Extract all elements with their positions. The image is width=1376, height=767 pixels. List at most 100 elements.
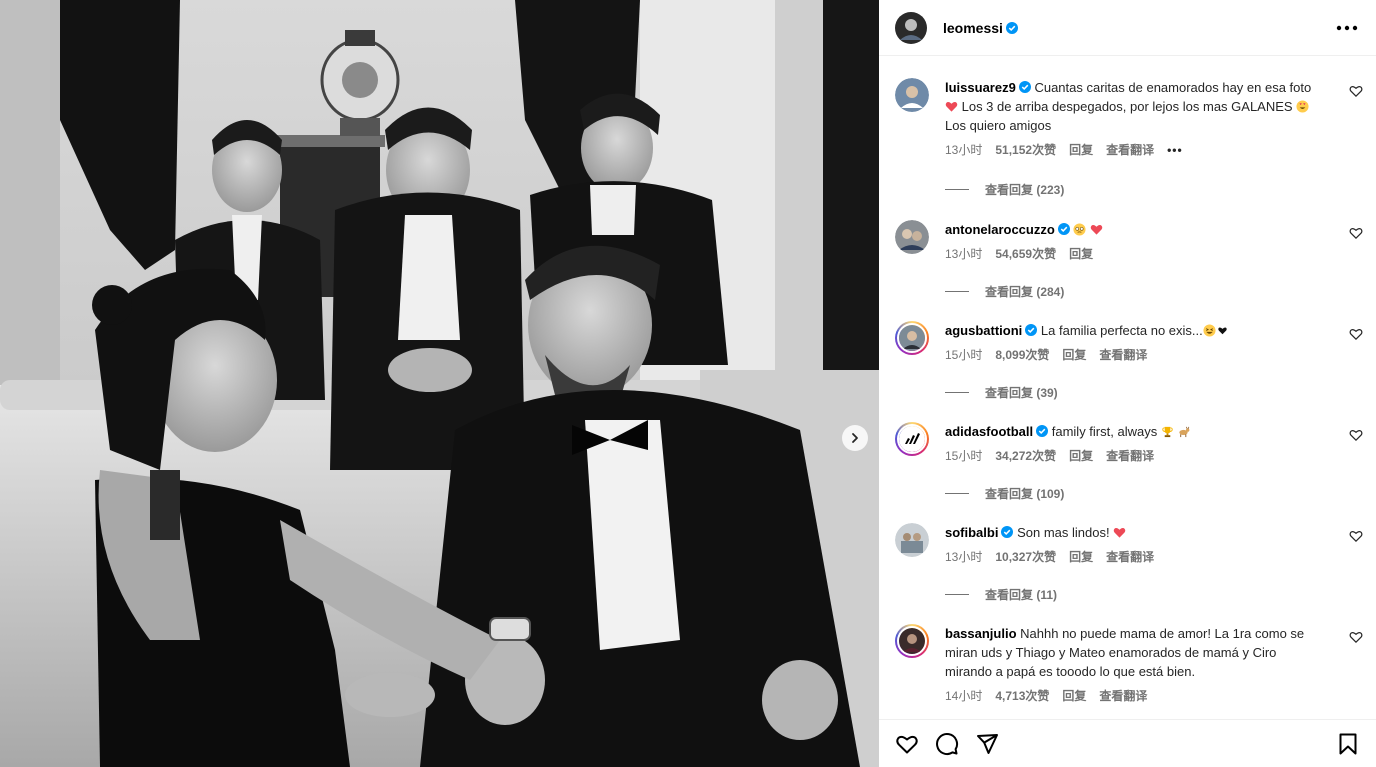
like-comment-heart-icon[interactable] <box>1349 529 1363 543</box>
comment-meta: 13小时 54,659次赞 回复 <box>945 245 1326 264</box>
like-comment-heart-icon[interactable] <box>1349 428 1363 442</box>
verified-badge-icon <box>1018 81 1031 93</box>
like-comment-heart-icon[interactable] <box>1349 327 1363 341</box>
post-header: leomessi <box>879 0 1376 56</box>
comment-body: adidasfootball family first, always 15小时… <box>945 422 1326 466</box>
trophy-emoji-icon <box>1162 426 1173 438</box>
comment-icon[interactable] <box>935 732 959 756</box>
comment-meta: 14小时 4,713次赞 回复 查看翻译 <box>945 687 1326 706</box>
comment-time[interactable]: 13小时 <box>945 141 982 160</box>
comment-time[interactable]: 14小时 <box>945 687 982 706</box>
comment-meta: 13小时 10,327次赞 回复 查看翻译 <box>945 548 1326 567</box>
like-comment-heart-icon[interactable] <box>1349 84 1363 98</box>
view-replies-button[interactable]: 查看回复 (284) <box>945 283 1064 300</box>
replies-divider <box>945 493 969 494</box>
comment-text-line2: Los 3 de arriba despegados, por lejos lo… <box>958 99 1297 114</box>
comment-time[interactable]: 13小时 <box>945 245 982 264</box>
reply-button[interactable]: 回复 <box>1069 548 1093 567</box>
view-replies-button[interactable]: 查看回复 (223) <box>945 181 1064 198</box>
commenter-username[interactable]: bassanjulio <box>945 626 1017 641</box>
commenter-username[interactable]: agusbattioni <box>945 323 1022 338</box>
like-comment-heart-icon[interactable] <box>1349 630 1363 644</box>
comment-time[interactable]: 15小时 <box>945 447 982 466</box>
bookmark-icon[interactable] <box>1336 732 1360 756</box>
view-replies-button[interactable]: 查看回复 (11) <box>945 586 1057 603</box>
commenter-username[interactable]: antonelaroccuzzo <box>945 222 1055 237</box>
next-photo-button[interactable] <box>842 425 868 451</box>
red-heart-emoji-icon <box>1090 225 1103 235</box>
view-replies-label: 查看回复 (109) <box>985 487 1065 501</box>
comment-text: Nahhh no puede mama de amor! La 1ra como… <box>1020 626 1305 641</box>
red-heart-emoji-icon <box>1113 528 1126 538</box>
comment-body: sofibalbi Son mas lindos! 13小时 10,327次赞 … <box>945 523 1326 567</box>
commenter-username[interactable]: luissuarez9 <box>945 80 1016 95</box>
post-options-button[interactable] <box>1335 16 1359 40</box>
view-replies-label: 查看回复 (11) <box>985 588 1058 602</box>
commenter-username[interactable]: sofibalbi <box>945 525 998 540</box>
see-translation-button[interactable]: 查看翻译 <box>1099 687 1147 706</box>
post-author-username[interactable]: leomessi <box>943 20 1018 36</box>
verified-badge-icon <box>1001 526 1014 538</box>
commenter-avatar[interactable] <box>895 78 929 112</box>
verified-badge-icon <box>1057 223 1070 235</box>
reply-button[interactable]: 回复 <box>1069 447 1093 466</box>
comment-time[interactable]: 13小时 <box>945 548 982 567</box>
comment-time[interactable]: 15小时 <box>945 346 982 365</box>
post-author-avatar[interactable] <box>895 11 927 44</box>
comment-text: Cuantas caritas de enamorados hay en esa… <box>1034 80 1312 95</box>
comment-likes[interactable]: 54,659次赞 <box>995 245 1056 264</box>
grinning-squinting-emoji-icon <box>1203 324 1216 337</box>
comment-text: Son mas lindos! <box>1017 525 1110 540</box>
replies-divider <box>945 291 969 292</box>
family-photo-illustration <box>0 0 879 767</box>
see-translation-button[interactable]: 查看翻译 <box>1106 548 1154 567</box>
pleading-face-emoji-icon <box>1073 223 1086 236</box>
more-horizontal-icon <box>1336 25 1358 30</box>
post-side-panel: leomessi luissuarez9 Cuantas caritas de … <box>879 0 1376 767</box>
verified-badge-icon <box>1005 21 1018 34</box>
heart-icon[interactable] <box>895 732 919 756</box>
see-translation-button[interactable]: 查看翻译 <box>1106 447 1154 466</box>
comment-meta: 15小时 34,272次赞 回复 查看翻译 <box>945 447 1326 466</box>
like-comment-heart-icon[interactable] <box>1349 226 1363 240</box>
view-replies-label: 查看回复 (284) <box>985 285 1065 299</box>
comment-likes[interactable]: 34,272次赞 <box>995 447 1056 466</box>
reply-button[interactable]: 回复 <box>1069 245 1093 264</box>
commenter-avatar-story-ring[interactable] <box>895 624 929 658</box>
comment-text: La familia perfecta no exis... <box>1040 323 1203 338</box>
heart-eyes-emoji-icon <box>1296 100 1309 113</box>
comments-list[interactable]: luissuarez9 Cuantas caritas de enamorado… <box>879 57 1376 719</box>
see-translation-button[interactable]: 查看翻译 <box>1106 141 1154 160</box>
commenter-avatar[interactable] <box>895 220 929 254</box>
commenter-avatar-story-ring[interactable] <box>895 321 929 355</box>
comment-options-button[interactable]: ••• <box>1167 141 1183 160</box>
comment-likes[interactable]: 8,099次赞 <box>995 346 1049 365</box>
reply-button[interactable]: 回复 <box>1062 346 1086 365</box>
commenter-avatar[interactable] <box>895 523 929 557</box>
replies-divider <box>945 189 969 190</box>
goat-emoji-icon <box>1179 426 1190 438</box>
chevron-right-icon <box>852 433 858 443</box>
reply-button[interactable]: 回复 <box>1069 141 1093 160</box>
commenter-username[interactable]: adidasfootball <box>945 424 1033 439</box>
replies-divider <box>945 594 969 595</box>
comment-likes[interactable]: 4,713次赞 <box>995 687 1049 706</box>
post-action-bar <box>879 719 1376 767</box>
commenter-avatar-story-ring[interactable] <box>895 422 929 456</box>
comment-text-line3: mirando a papá es tooodo lo que está bie… <box>945 664 1196 679</box>
red-heart-emoji-icon <box>945 102 958 112</box>
reply-button[interactable]: 回复 <box>1062 687 1086 706</box>
view-replies-label: 查看回复 (223) <box>985 183 1065 197</box>
comment-body: antonelaroccuzzo 13小时 54,659次赞 回复 <box>945 220 1326 264</box>
black-heart-emoji-icon <box>1218 327 1227 335</box>
comment-likes[interactable]: 51,152次赞 <box>995 141 1056 160</box>
view-replies-button[interactable]: 查看回复 (109) <box>945 485 1064 502</box>
view-replies-button[interactable]: 查看回复 (39) <box>945 384 1058 401</box>
replies-divider <box>945 392 969 393</box>
comment-likes[interactable]: 10,327次赞 <box>995 548 1056 567</box>
see-translation-button[interactable]: 查看翻译 <box>1099 346 1147 365</box>
comment-body: bassanjulio Nahhh no puede mama de amor!… <box>945 624 1326 706</box>
send-icon[interactable] <box>975 732 999 756</box>
post-modal: leomessi luissuarez9 Cuantas caritas de … <box>0 0 1376 767</box>
comment-meta: 13小时 51,152次赞 回复 查看翻译 ••• <box>945 141 1326 160</box>
